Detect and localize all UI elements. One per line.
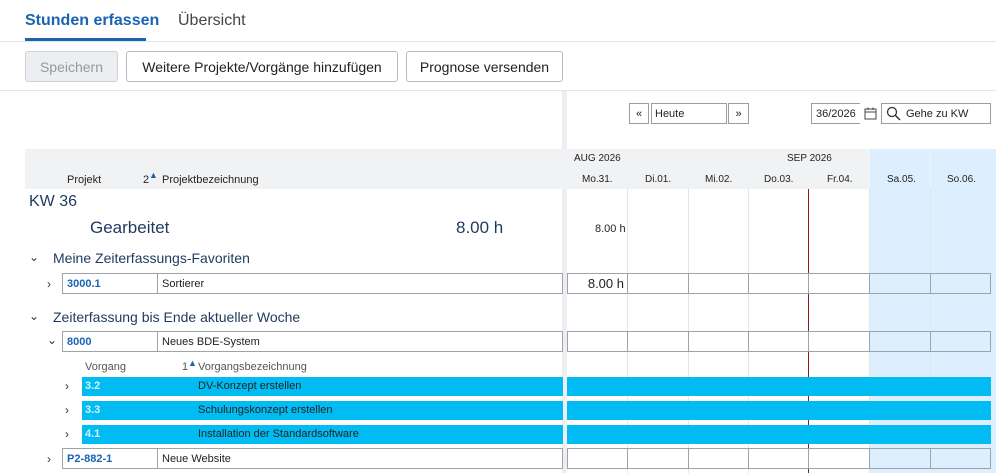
- tab-stunden-erfassen[interactable]: Stunden erfassen: [25, 12, 159, 30]
- hours-input-fr[interactable]: [808, 448, 870, 469]
- hours-input-so[interactable]: [930, 331, 991, 352]
- hours-input-mi[interactable]: [688, 273, 749, 294]
- toolbar-divider: [0, 90, 996, 91]
- send-forecast-button[interactable]: Prognose versenden: [406, 51, 563, 82]
- hours-input-mi[interactable]: [688, 331, 749, 352]
- col-header-vorgang[interactable]: Vorgang: [85, 361, 126, 373]
- task-name: Installation der Standardsoftware: [198, 428, 359, 440]
- hours-input-di[interactable]: [627, 331, 689, 352]
- task-code: 3.2: [85, 380, 101, 392]
- tabs-divider: [0, 41, 996, 42]
- col-header-project[interactable]: Projekt: [67, 174, 101, 186]
- goto-week-label: Gehe zu KW: [906, 107, 969, 120]
- task-name: Schulungskonzept erstellen: [198, 404, 333, 416]
- week-input[interactable]: 36/2026: [811, 103, 860, 124]
- prev-week-button[interactable]: «: [629, 103, 649, 124]
- sort-asc-icon: ▲: [149, 170, 158, 180]
- add-projects-button[interactable]: Weitere Projekte/Vorgänge hinzufügen: [126, 51, 398, 82]
- day-total-mo: 8.00 h: [595, 223, 626, 235]
- tab-uebersicht[interactable]: Übersicht: [178, 12, 246, 30]
- section-until-week-end-title[interactable]: Zeiterfassung bis Ende aktueller Woche: [53, 309, 300, 325]
- day-header-fr: Fr.04.: [827, 174, 853, 185]
- sort-asc-icon: ▲: [188, 358, 197, 368]
- col-header-vorgang-name[interactable]: Vorgangsbezeichnung: [198, 361, 307, 373]
- hours-input-do[interactable]: [748, 331, 809, 352]
- section-favorites-title[interactable]: Meine Zeiterfassungs-Favoriten: [53, 250, 250, 266]
- chevron-right-icon[interactable]: ›: [47, 277, 51, 291]
- task-row[interactable]: [82, 377, 563, 396]
- hours-input-di[interactable]: [627, 448, 689, 469]
- project-name-cell: Neues BDE-System: [157, 331, 563, 352]
- day-header-do: Do.03.: [764, 174, 794, 185]
- col-header-project-name[interactable]: Projektbezeichnung: [162, 174, 259, 186]
- task-timeline-bar: [567, 425, 991, 444]
- hours-input-di[interactable]: [627, 273, 689, 294]
- hours-input-mo[interactable]: 8.00 h: [567, 273, 628, 294]
- today-button[interactable]: Heute: [651, 103, 727, 124]
- task-timeline-bar: [567, 377, 991, 396]
- hours-input-do[interactable]: [748, 273, 809, 294]
- project-code-cell[interactable]: P2-882-1: [62, 448, 158, 469]
- project-code-cell[interactable]: 8000: [62, 331, 158, 352]
- chevron-down-icon[interactable]: ⌄: [47, 333, 57, 347]
- hours-input-sa[interactable]: [869, 331, 931, 352]
- hours-input-sa[interactable]: [869, 273, 931, 294]
- hours-input-so[interactable]: [930, 273, 991, 294]
- worked-total: 8.00 h: [456, 218, 504, 237]
- hours-input-do[interactable]: [748, 448, 809, 469]
- task-code: 3.3: [85, 404, 101, 416]
- day-header-sa: Sa.05.: [887, 174, 916, 185]
- next-week-button[interactable]: »: [728, 103, 749, 124]
- week-label: KW 36: [29, 193, 78, 210]
- hours-input-so[interactable]: [930, 448, 991, 469]
- chevron-right-icon[interactable]: ›: [65, 427, 69, 441]
- day-header-mo: Mo.31.: [582, 174, 613, 185]
- chevron-right-icon[interactable]: ›: [47, 452, 51, 466]
- task-code: 4.1: [85, 428, 101, 440]
- hours-input-mo[interactable]: [567, 331, 628, 352]
- hours-input-sa[interactable]: [869, 448, 931, 469]
- task-timeline-bar: [567, 401, 991, 420]
- month-sep: SEP 2026: [787, 153, 832, 164]
- day-header-so: So.06.: [947, 174, 976, 185]
- goto-week-button[interactable]: Gehe zu KW: [881, 103, 991, 124]
- project-name-cell: Sortierer: [157, 273, 563, 294]
- hours-input-mo[interactable]: [567, 448, 628, 469]
- day-header-mi: Mi.02.: [705, 174, 733, 185]
- task-name: DV-Konzept erstellen: [198, 380, 302, 392]
- calendar-icon[interactable]: [860, 103, 880, 124]
- search-icon: [886, 106, 901, 121]
- month-aug: AUG 2026: [574, 153, 621, 164]
- hours-input-mi[interactable]: [688, 448, 749, 469]
- hours-input-fr[interactable]: [808, 331, 870, 352]
- save-button[interactable]: Speichern: [25, 51, 118, 82]
- project-code-cell[interactable]: 3000.1: [62, 273, 158, 294]
- worked-label: Gearbeitet: [90, 218, 170, 237]
- hours-input-fr[interactable]: [808, 273, 870, 294]
- chevron-down-icon[interactable]: ⌄: [29, 309, 39, 323]
- day-header-di: Di.01.: [645, 174, 672, 185]
- chevron-right-icon[interactable]: ›: [65, 379, 69, 393]
- chevron-right-icon[interactable]: ›: [65, 403, 69, 417]
- chevron-down-icon[interactable]: ⌄: [29, 250, 39, 264]
- project-name-cell: Neue Website: [157, 448, 563, 469]
